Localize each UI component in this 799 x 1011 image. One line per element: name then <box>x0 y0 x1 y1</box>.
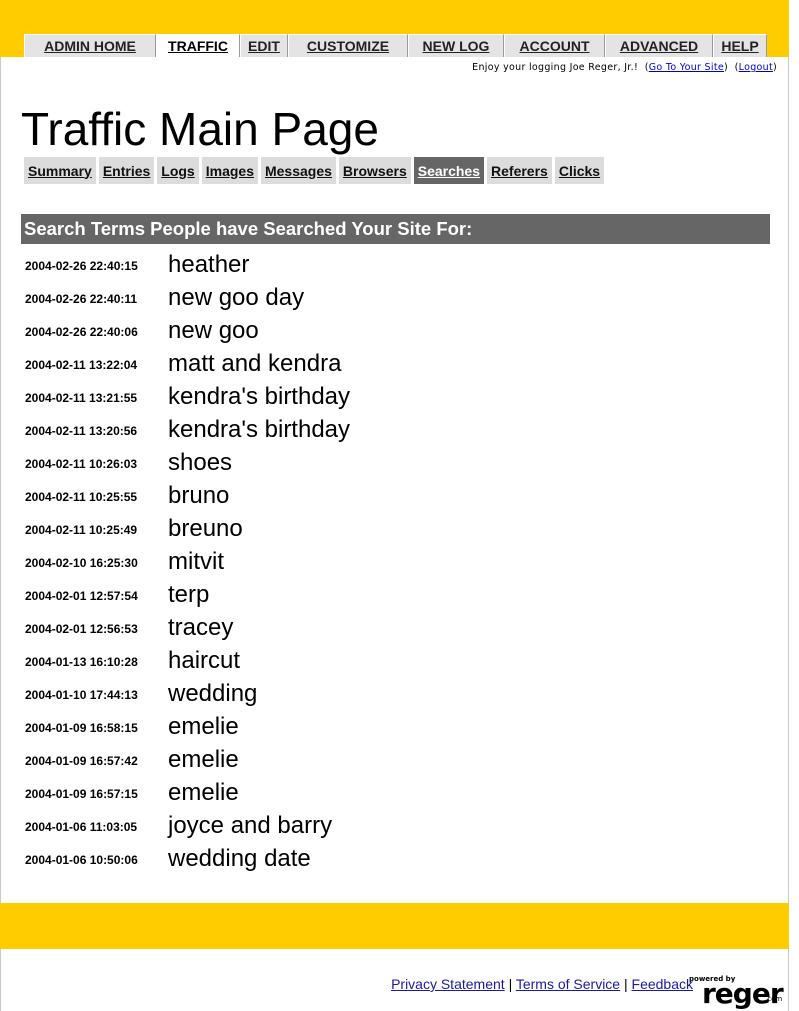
search-term-row: 2004-01-09 16:57:15 emelie <box>25 776 350 809</box>
search-timestamp: 2004-01-06 10:50:06 <box>25 852 138 867</box>
search-term-row: 2004-02-26 22:40:06 new goo <box>25 314 350 347</box>
logout-link[interactable]: Logout <box>739 62 773 73</box>
search-terms-header: Search Terms People have Searched Your S… <box>21 214 770 244</box>
subnav-tab-searches[interactable]: Searches <box>413 157 485 184</box>
search-term: heather <box>168 250 250 278</box>
search-term-row: 2004-02-11 10:25:55 bruno <box>25 479 350 512</box>
reger-logo[interactable]: powered by reger .com <box>688 975 784 1011</box>
search-term-row: 2004-02-11 13:21:55 kendra's birthday <box>25 380 350 413</box>
welcome-bar: Enjoy your logging Joe Reger, Jr.! (Go T… <box>472 62 777 73</box>
footer-separator: | <box>508 976 513 992</box>
search-term-row: 2004-01-09 16:57:42 emelie <box>25 743 350 776</box>
search-term: matt and kendra <box>168 349 342 377</box>
search-terms-list: 2004-02-26 22:40:15 heather 2004-02-26 22:… <box>25 248 350 875</box>
search-term-row: 2004-01-10 17:44:13 wedding <box>25 677 350 710</box>
search-term-row: 2004-01-06 11:03:05 joyce and barry <box>25 809 350 842</box>
search-timestamp: 2004-02-26 22:40:15 <box>25 258 138 273</box>
feedback-link[interactable]: Feedback <box>632 976 693 992</box>
terms-of-service-link[interactable]: Terms of Service <box>516 976 620 992</box>
search-term-row: 2004-02-01 12:57:54 terp <box>25 578 350 611</box>
footer-separator: | <box>623 976 628 992</box>
search-term-row: 2004-02-26 22:40:11 new goo day <box>25 281 350 314</box>
search-term: new goo <box>168 316 259 344</box>
search-term-row: 2004-02-11 13:20:56 kendra's birthday <box>25 413 350 446</box>
search-timestamp: 2004-01-10 17:44:13 <box>25 687 138 702</box>
search-term: tracey <box>168 613 234 641</box>
nav-tab-traffic[interactable]: TRAFFIC <box>156 34 240 57</box>
search-timestamp: 2004-01-09 16:57:42 <box>25 753 138 768</box>
subnav-tab-images[interactable]: Images <box>201 157 258 184</box>
search-term: emelie <box>168 712 239 740</box>
search-term: new goo day <box>168 283 305 311</box>
subnav-tab-logs[interactable]: Logs <box>157 157 199 184</box>
search-timestamp: 2004-02-10 16:25:30 <box>25 555 138 570</box>
nav-tab-customize[interactable]: CUSTOMIZE <box>288 34 408 57</box>
search-term: haircut <box>168 646 241 674</box>
search-term-row: 2004-02-11 13:22:04 matt and kendra <box>25 347 350 380</box>
search-timestamp: 2004-02-11 13:20:56 <box>25 423 138 438</box>
search-timestamp: 2004-02-26 22:40:06 <box>25 324 138 339</box>
welcome-text: Enjoy your logging Joe Reger, Jr.! <box>472 62 639 73</box>
search-term-row: 2004-02-10 16:25:30 mitvit <box>25 545 350 578</box>
go-to-site-link[interactable]: Go To Your Site <box>649 62 724 73</box>
nav-tab-new-log[interactable]: NEW LOG <box>408 34 504 57</box>
main-navigation: ADMIN HOME TRAFFIC EDIT CUSTOMIZE NEW LO… <box>24 34 767 57</box>
search-term-row: 2004-02-11 10:25:49 breuno <box>25 512 350 545</box>
search-term: kendra's birthday <box>168 382 351 410</box>
nav-tab-admin-home[interactable]: ADMIN HOME <box>24 34 156 57</box>
search-timestamp: 2004-02-01 12:57:54 <box>25 588 138 603</box>
search-timestamp: 2004-01-09 16:58:15 <box>25 720 138 735</box>
search-timestamp: 2004-01-13 16:10:28 <box>25 654 138 669</box>
search-term: emelie <box>168 778 239 806</box>
search-term: wedding <box>168 679 258 707</box>
search-term: shoes <box>168 448 233 476</box>
search-term-row: 2004-02-01 12:56:53 tracey <box>25 611 350 644</box>
subnav-tab-clicks[interactable]: Clicks <box>554 157 605 184</box>
search-timestamp: 2004-01-09 16:57:15 <box>25 786 138 801</box>
bottom-banner <box>0 903 789 949</box>
search-timestamp: 2004-02-26 22:40:11 <box>25 291 138 306</box>
search-timestamp: 2004-02-01 12:56:53 <box>25 621 138 636</box>
search-timestamp: 2004-02-11 13:21:55 <box>25 390 138 405</box>
search-term: joyce and barry <box>168 811 333 839</box>
search-timestamp: 2004-02-11 10:25:55 <box>25 489 138 504</box>
search-term-row: 2004-01-06 10:50:06 wedding date <box>25 842 350 875</box>
privacy-statement-link[interactable]: Privacy Statement <box>391 976 505 992</box>
nav-tab-account[interactable]: ACCOUNT <box>504 34 605 57</box>
search-timestamp: 2004-01-06 11:03:05 <box>25 819 138 834</box>
search-timestamp: 2004-02-11 10:26:03 <box>25 456 138 471</box>
search-term: bruno <box>168 481 230 509</box>
search-term-row: 2004-02-11 10:26:03 shoes <box>25 446 350 479</box>
footer-links: Privacy Statement | Terms of Service | F… <box>391 976 693 992</box>
subnav-tab-referers[interactable]: Referers <box>487 157 552 184</box>
traffic-subnav: Summary Entries Logs Images Messages Bro… <box>24 157 607 184</box>
search-term: wedding date <box>168 844 311 872</box>
nav-tab-edit[interactable]: EDIT <box>240 34 288 57</box>
nav-tab-advanced[interactable]: ADVANCED <box>605 34 713 57</box>
search-term: kendra's birthday <box>168 415 351 443</box>
page-title: Traffic Main Page <box>21 103 379 155</box>
subnav-tab-browsers[interactable]: Browsers <box>338 157 411 184</box>
subnav-tab-messages[interactable]: Messages <box>260 157 336 184</box>
search-term: emelie <box>168 745 239 773</box>
subnav-tab-summary[interactable]: Summary <box>24 157 96 184</box>
search-term-row: 2004-01-13 16:10:28 haircut <box>25 644 350 677</box>
reger-tld: .com <box>765 995 783 1003</box>
nav-tab-help[interactable]: HELP <box>713 34 767 57</box>
search-term-row: 2004-02-26 22:40:15 heather <box>25 248 350 281</box>
search-timestamp: 2004-02-11 13:22:04 <box>25 357 138 372</box>
search-term: terp <box>168 580 210 608</box>
search-term: mitvit <box>168 547 224 575</box>
search-term-row: 2004-01-09 16:58:15 emelie <box>25 710 350 743</box>
search-timestamp: 2004-02-11 10:25:49 <box>25 522 138 537</box>
reger-brand: reger <box>702 977 784 1010</box>
subnav-tab-entries[interactable]: Entries <box>98 157 155 184</box>
search-term: breuno <box>168 514 243 542</box>
